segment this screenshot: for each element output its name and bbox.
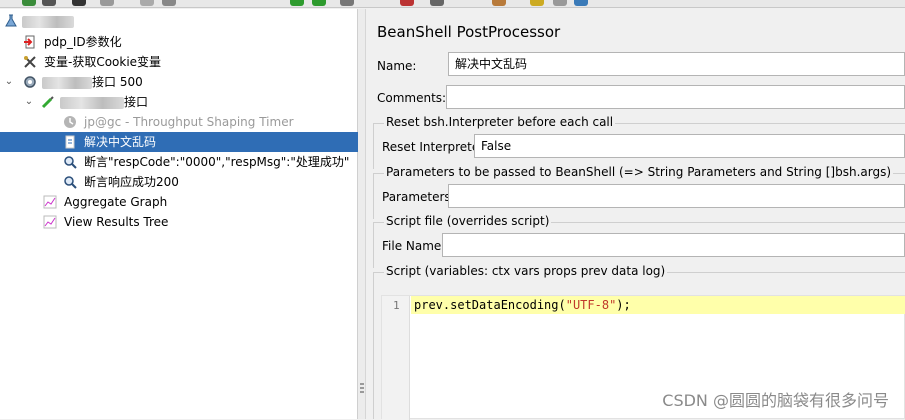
group-title: Parameters to be passed to BeanShell (=>… [384,165,894,179]
toolbar-icon[interactable] [162,0,176,6]
line-gutter: 1 [382,296,410,420]
toolbar-icon[interactable] [140,0,154,6]
tree-node-view-results-tree[interactable]: View Results Tree [0,212,358,232]
tree-node-label: jp@gc - Throughput Shaping Timer [84,115,294,129]
tree-node-label: 变量-获取Cookie变量 [44,55,162,69]
chevron-down-icon[interactable]: ⌄ [24,96,34,108]
toolbar-icon[interactable] [290,0,304,6]
tree-node-test-plan[interactable] [0,11,358,31]
flask-icon [3,13,19,29]
group-title: Reset bsh.Interpreter before each call [384,115,616,129]
toolbar-icon[interactable] [42,0,56,6]
tree-node-label: 断言"respCode":"0000","respMsg":"处理成功" [84,155,350,169]
tree-node-label: pdp_ID参数化 [44,35,122,49]
tree-node-label: 断言响应成功200 [84,175,179,189]
reset-interpreter-select[interactable]: False [474,134,905,158]
tree-node-aggregate-graph[interactable]: Aggregate Graph [0,192,358,212]
tree-node-thread-group[interactable]: ⌄ 接口 500 [0,72,358,92]
name-input[interactable]: 解决中文乱码 [448,52,905,76]
code-string-literal: "UTF-8" [565,298,617,312]
test-plan-tree: pdp_ID参数化 变量-获取Cookie变量 ⌄ 接口 500 ⌄ 接口 jp… [0,9,358,419]
code-prefix: prev.setDataEncoding( [414,298,566,312]
gear-icon [22,74,38,90]
toolbar-icon[interactable] [22,0,36,6]
toolbar-icon[interactable] [312,0,326,6]
parameters-label: Parameters: [382,190,455,204]
test-plan-label-redacted [22,11,74,31]
group-title: Script file (overrides script) [384,214,552,228]
tools-icon [22,54,38,70]
beanshell-postprocessor-panel: BeanShell PostProcessor Name: 解决中文乱码 Com… [366,9,905,420]
tree-node-throughput-timer[interactable]: jp@gc - Throughput Shaping Timer [0,112,358,132]
file-name-label: File Name: [382,239,446,253]
name-label: Name: [377,59,417,73]
tree-node-status-assertion[interactable]: 断言响应成功200 [0,172,358,192]
toolbar-icon[interactable] [574,0,588,6]
data-import-icon [22,34,38,50]
magnifier-icon [62,174,78,190]
tree-node-response-assertion[interactable]: 断言"respCode":"0000","respMsg":"处理成功" [0,152,358,172]
chevron-down-icon[interactable]: ⌄ [4,76,14,88]
tree-node-beanshell-postprocessor[interactable]: 解决中文乱码 [0,132,358,152]
tree-node-cookie-variable[interactable]: 变量-获取Cookie变量 [0,52,358,72]
toolbar-icon[interactable] [100,0,114,6]
grip-dot [360,387,364,389]
parameters-input[interactable] [448,184,905,208]
watermark: CSDN @圆圆的脑袋有很多问号 [662,391,889,410]
graph-icon [42,214,58,230]
toolbar-icon[interactable] [530,0,544,6]
group-title: Script (variables: ctx vars props prev d… [384,264,668,278]
pipette-icon [40,94,56,110]
grip-dot [360,383,364,385]
code-suffix: ); [616,298,631,312]
script-file-icon [62,134,78,150]
tree-node-csv-data[interactable]: pdp_ID参数化 [0,32,358,52]
script-code: prev.setDataEncoding("UTF-8"); [414,298,631,312]
panel-title: BeanShell PostProcessor [377,23,561,41]
grip-dot [360,391,364,393]
toolbar-icon[interactable] [553,0,567,6]
line-number: 1 [393,299,400,312]
toolbar-icon[interactable] [72,0,86,6]
magnifier-icon [62,154,78,170]
tree-node-label: 解决中文乱码 [84,135,157,149]
split-pane-divider[interactable] [358,9,366,419]
file-name-input[interactable] [442,233,905,257]
reset-interpreter-label: Reset Interpreter: [382,140,489,154]
tree-node-label: 接口 [60,92,148,112]
comments-input[interactable] [446,85,905,109]
toolbar-icon[interactable] [400,0,414,6]
tree-node-http-sampler[interactable]: ⌄ 接口 [0,92,358,112]
timer-icon [62,114,78,130]
tree-node-label: Aggregate Graph [64,195,168,209]
tree-node-label: 接口 500 [42,72,143,92]
toolbar [0,0,905,8]
graph-icon [42,194,58,210]
toolbar-icon[interactable] [492,0,506,6]
toolbar-icon[interactable] [340,0,354,6]
tree-node-label: View Results Tree [64,215,169,229]
toolbar-icon[interactable] [430,0,444,6]
comments-label: Comments: [377,91,447,105]
